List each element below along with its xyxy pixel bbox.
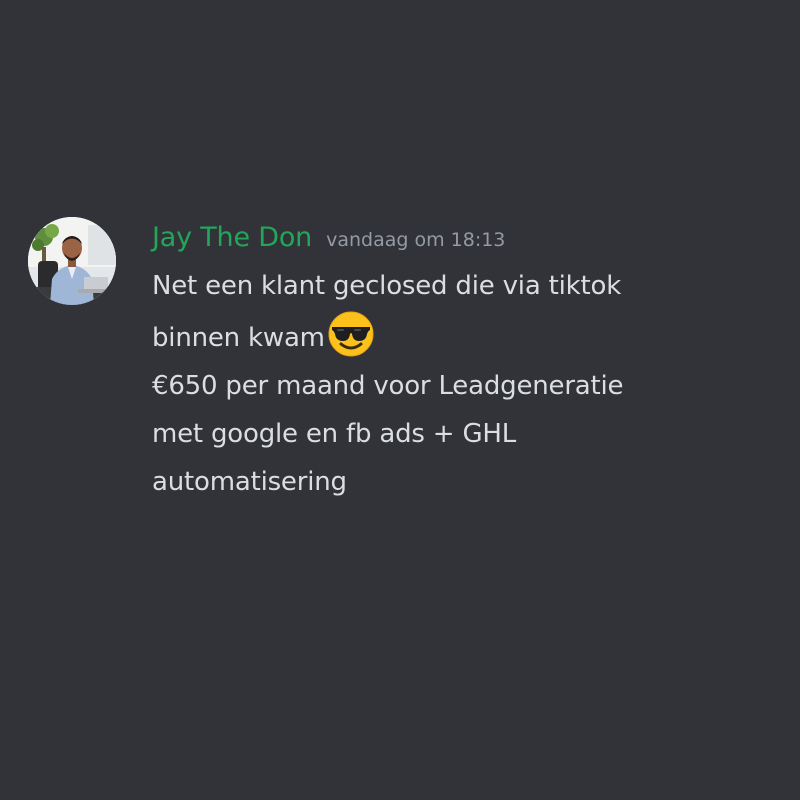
message-line: Net een klant geclosed die via tiktok xyxy=(152,271,622,301)
message-line: automatisering xyxy=(152,467,347,497)
message-line: binnen kwam xyxy=(152,323,325,353)
message-line: €650 per maand voor Leadgeneratie xyxy=(152,371,624,401)
message-line-with-emoji: binnen kwam xyxy=(152,310,782,362)
avatar[interactable] xyxy=(28,217,116,305)
timestamp[interactable]: vandaag om 18:13 xyxy=(326,229,505,251)
smiling-face-with-sunglasses-icon xyxy=(327,310,375,358)
message-header: Jay The Don vandaag om 18:13 xyxy=(152,214,782,264)
message-content: Jay The Don vandaag om 18:13 Net een klan… xyxy=(152,214,782,506)
username[interactable]: Jay The Don xyxy=(152,222,312,253)
message-body: Net een klant geclosed die via tiktok bi… xyxy=(152,262,782,506)
message-line: met google en fb ads + GHL xyxy=(152,419,517,449)
